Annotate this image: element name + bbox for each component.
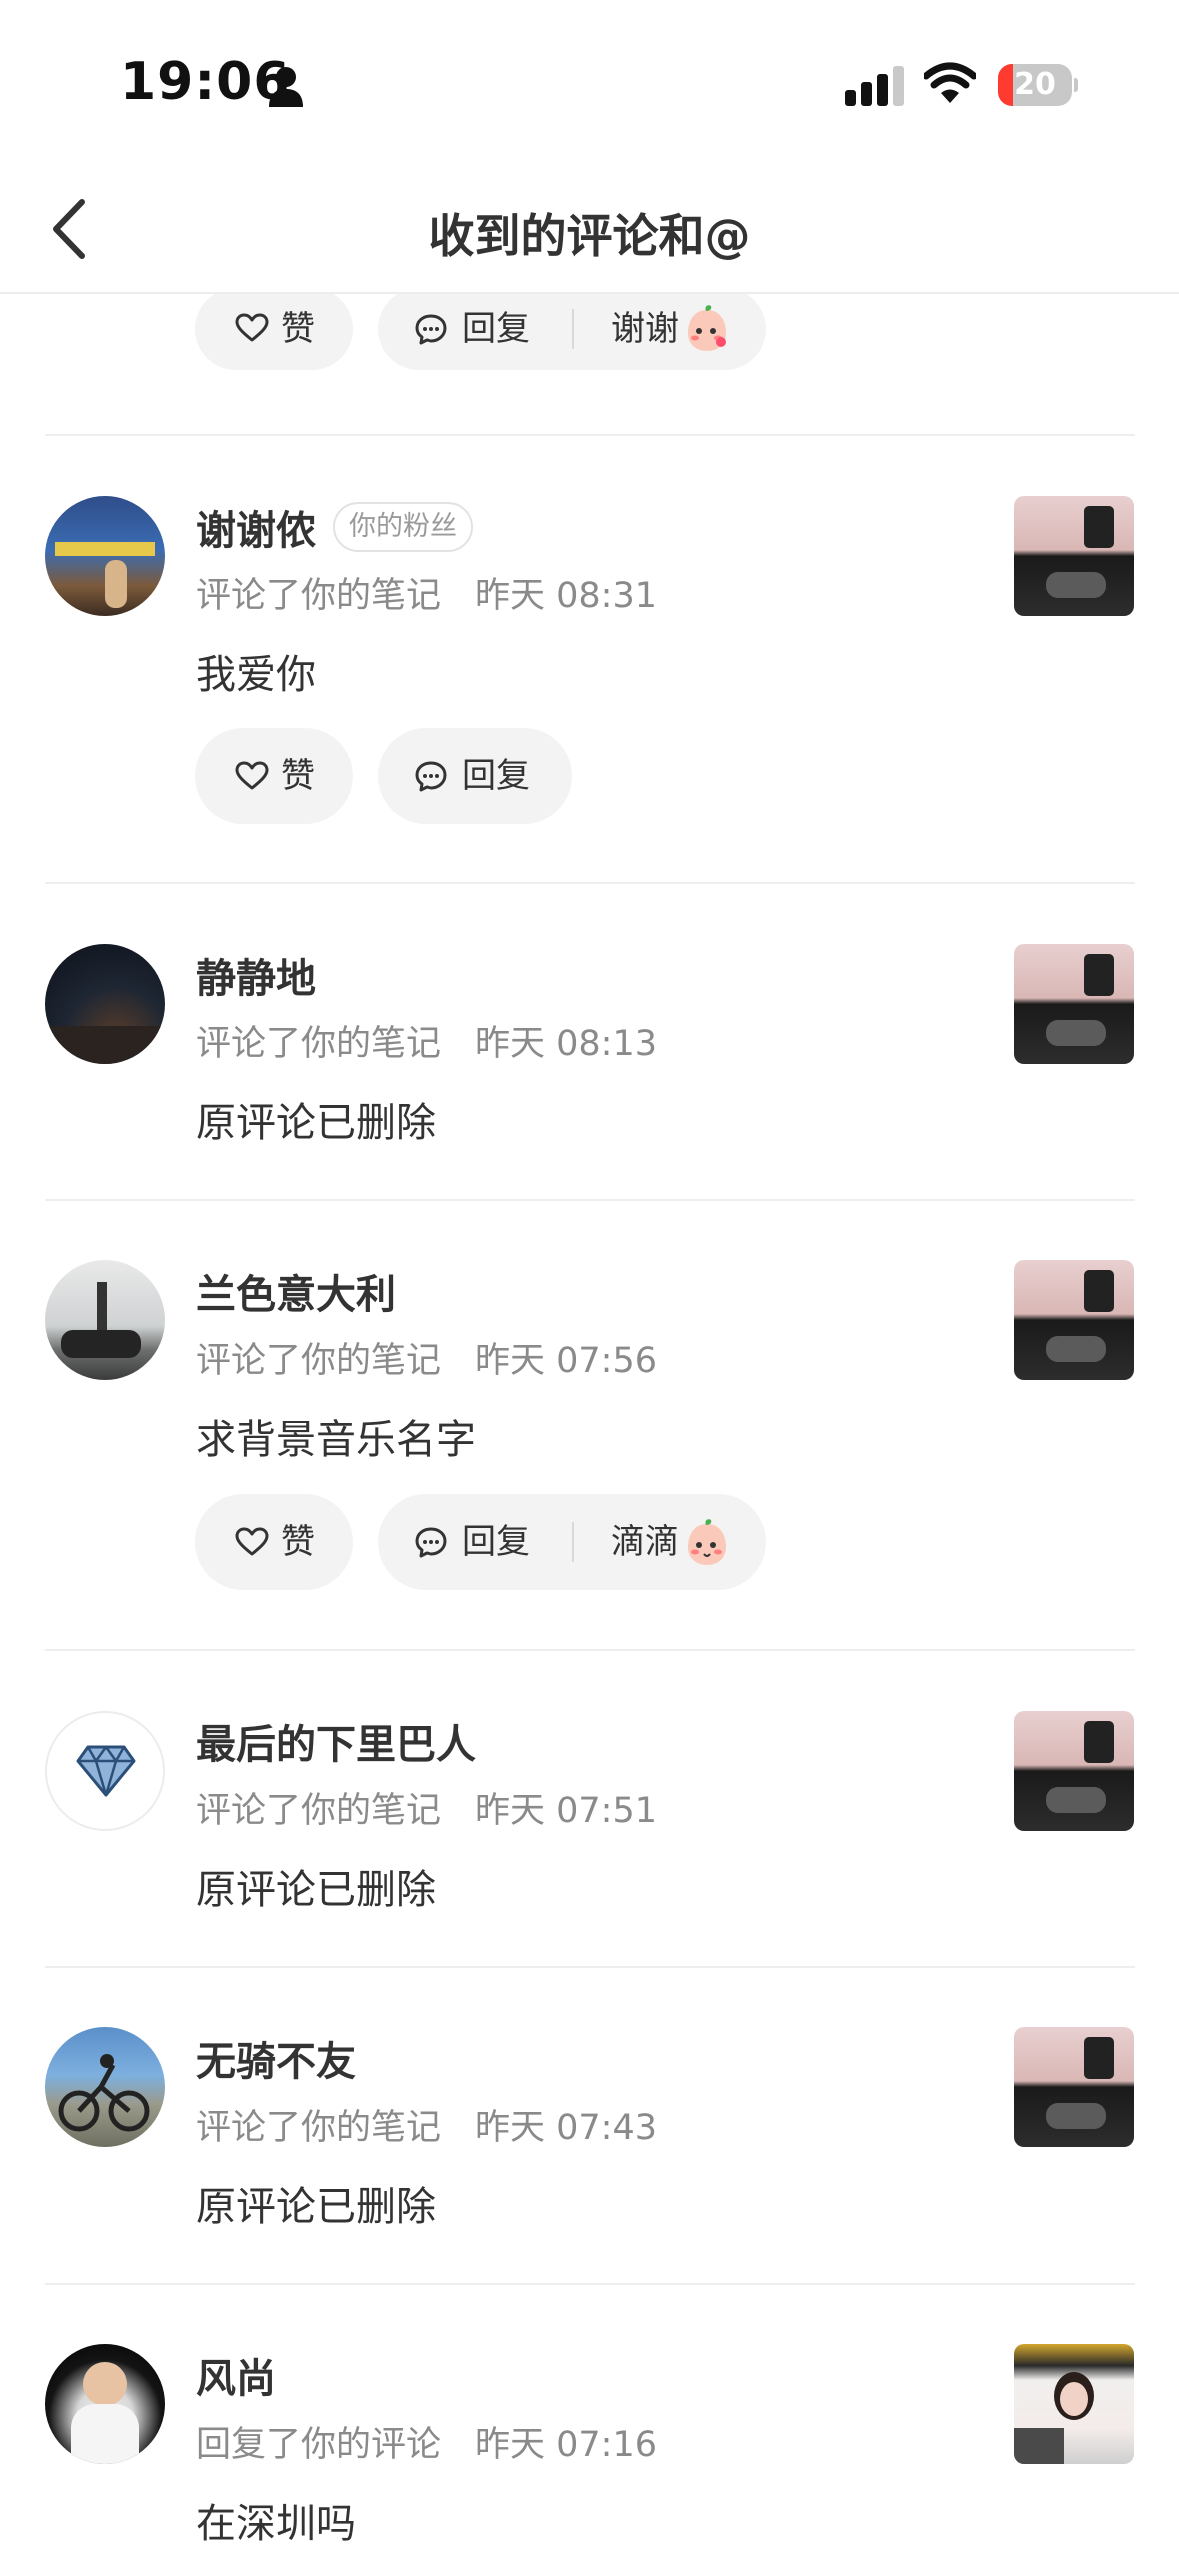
action-text: 回复了你的评论 (196, 2425, 442, 2465)
like-button[interactable]: 赞 (195, 728, 353, 824)
peach-emoji-icon (688, 305, 726, 351)
note-thumbnail[interactable] (1014, 2027, 1134, 2147)
like-label: 赞 (281, 309, 315, 349)
battery-percent: 20 (1014, 67, 1056, 102)
comment-bubble-icon (415, 314, 447, 345)
action-text: 评论了你的笔记 (196, 1024, 442, 1064)
username[interactable]: 静静地 (196, 946, 316, 1004)
note-thumbnail[interactable] (1014, 496, 1134, 616)
action-text: 评论了你的笔记 (196, 1791, 442, 1831)
username[interactable]: 兰色意大利 (196, 1262, 396, 1320)
action-text: 评论了你的笔记 (196, 2108, 442, 2148)
reply-pill[interactable]: 回复 谢谢 (378, 288, 766, 370)
fan-badge: 你的粉丝 (333, 502, 473, 552)
quick-reply-label[interactable]: 滴滴 (611, 1494, 679, 1590)
status-bar: 19:06 20 (0, 0, 1179, 170)
note-thumbnail[interactable] (1014, 2344, 1134, 2464)
username[interactable]: 谢谢侬 (196, 498, 316, 556)
timestamp: 昨天 07:16 (475, 2425, 658, 2465)
comment-text: 我爱你 (196, 652, 316, 698)
timestamp: 昨天 07:43 (475, 2108, 658, 2148)
avatar[interactable] (45, 1711, 165, 1831)
reply-button[interactable]: 回复 (378, 728, 572, 824)
comment-meta: 评论了你的笔记 昨天 07:56 (196, 1332, 657, 1383)
reply-pill[interactable]: 回复 滴滴 (378, 1494, 766, 1590)
avatar[interactable] (45, 944, 165, 1064)
note-thumbnail[interactable] (1014, 1260, 1134, 1380)
avatar[interactable] (45, 2344, 165, 2464)
comment-bubble-icon (415, 1527, 447, 1558)
avatar[interactable] (45, 1260, 165, 1380)
person-icon (269, 67, 303, 107)
like-button[interactable]: 赞 (195, 288, 353, 370)
timestamp: 昨天 08:31 (475, 576, 658, 616)
cellular-signal-icon (845, 66, 904, 106)
comment-meta: 评论了你的笔记 昨天 08:31 (196, 567, 657, 618)
heart-icon (235, 313, 269, 342)
heart-icon (235, 1527, 269, 1556)
comment-meta: 评论了你的笔记 昨天 07:43 (196, 2099, 657, 2150)
peach-emoji-icon (688, 1519, 726, 1565)
action-text: 评论了你的笔记 (196, 576, 442, 616)
username[interactable]: 风尚 (196, 2346, 276, 2404)
reply-label: 回复 (462, 309, 530, 349)
comment-text: 在深圳吗 (196, 2501, 356, 2547)
timestamp: 昨天 07:51 (475, 1791, 658, 1831)
timestamp: 昨天 07:56 (475, 1341, 658, 1381)
avatar[interactable] (45, 496, 165, 616)
nav-bar: 收到的评论和@ (0, 170, 1179, 294)
heart-icon (235, 761, 269, 790)
reply-label: 回复 (462, 1522, 530, 1562)
page-title: 收到的评论和@ (428, 209, 751, 263)
reply-label: 回复 (462, 756, 530, 796)
comment-bubble-icon (415, 761, 447, 792)
comment-text: 原评论已删除 (196, 2184, 436, 2230)
username[interactable]: 最后的下里巴人 (196, 1712, 476, 1770)
quick-reply-label[interactable]: 谢谢 (611, 288, 679, 370)
action-text: 评论了你的笔记 (196, 1341, 442, 1381)
timestamp: 昨天 08:13 (475, 1024, 658, 1064)
like-label: 赞 (281, 756, 315, 796)
note-thumbnail[interactable] (1014, 1711, 1134, 1831)
battery-indicator: 20 (998, 64, 1078, 108)
username[interactable]: 无骑不友 (196, 2029, 356, 2087)
comment-meta: 回复了你的评论 昨天 07:16 (196, 2416, 657, 2467)
avatar[interactable] (45, 2027, 165, 2147)
comment-text: 原评论已删除 (196, 1100, 436, 1146)
diamond-icon (76, 1745, 136, 1797)
status-time: 19:06 (120, 52, 291, 112)
comment-text: 求背景音乐名字 (196, 1417, 476, 1463)
like-label: 赞 (281, 1522, 315, 1562)
like-button[interactable]: 赞 (195, 1494, 353, 1590)
comment-meta: 评论了你的笔记 昨天 07:51 (196, 1782, 657, 1833)
wifi-icon (924, 62, 976, 103)
note-thumbnail[interactable] (1014, 944, 1134, 1064)
comment-text: 原评论已删除 (196, 1867, 436, 1913)
comment-meta: 评论了你的笔记 昨天 08:13 (196, 1015, 657, 1066)
